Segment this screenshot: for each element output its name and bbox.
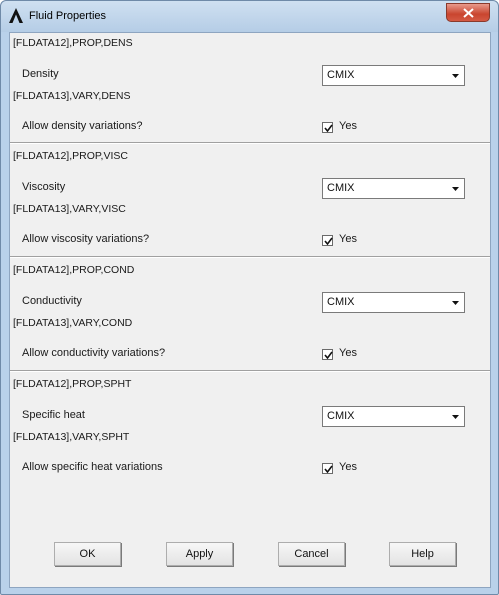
density-section: [FLDATA12],PROP,DENS Density CMIX [FLDAT… (10, 33, 490, 143)
close-icon (463, 8, 474, 18)
checkmark-icon (324, 237, 333, 246)
conductivity-vary-yes-label: Yes (339, 347, 357, 359)
conductivity-select-value: CMIX (327, 296, 355, 308)
close-button[interactable] (446, 3, 490, 22)
fluid-properties-dialog: Fluid Properties [FLDATA12],PROP,DENS De… (0, 0, 499, 595)
conductivity-section: [FLDATA12],PROP,COND Conductivity CMIX [… (10, 260, 490, 370)
conductivity-select[interactable]: CMIX (322, 292, 465, 313)
specific-heat-label: Specific heat (22, 409, 85, 421)
conductivity-label: Conductivity (22, 295, 82, 307)
section-divider (10, 256, 490, 258)
dropdown-arrow-icon[interactable] (448, 180, 463, 197)
viscosity-section: [FLDATA12],PROP,VISC Viscosity CMIX [FLD… (10, 146, 490, 256)
density-vary-command: [FLDATA13],VARY,DENS (13, 90, 131, 102)
density-vary-checkbox[interactable] (322, 122, 333, 133)
viscosity-label: Viscosity (22, 181, 66, 193)
apply-button[interactable]: Apply (166, 542, 233, 566)
title-bar[interactable]: Fluid Properties (1, 1, 498, 32)
conductivity-vary-label: Allow conductivity variations? (22, 347, 166, 359)
conductivity-prop-command: [FLDATA12],PROP,COND (13, 264, 135, 276)
conductivity-vary-checkbox[interactable] (322, 349, 333, 360)
specific-heat-prop-command: [FLDATA12],PROP,SPHT (13, 378, 132, 390)
density-label: Density (22, 68, 59, 80)
dialog-body: [FLDATA12],PROP,DENS Density CMIX [FLDAT… (9, 32, 491, 588)
checkmark-icon (324, 465, 333, 474)
specific-heat-vary-yes-label: Yes (339, 461, 357, 473)
viscosity-prop-command: [FLDATA12],PROP,VISC (13, 150, 128, 162)
window-title: Fluid Properties (29, 10, 107, 22)
viscosity-vary-label: Allow viscosity variations? (22, 233, 150, 245)
viscosity-vary-checkbox[interactable] (322, 235, 333, 246)
specific-heat-select-value: CMIX (327, 410, 355, 422)
density-select[interactable]: CMIX (322, 65, 465, 86)
specific-heat-vary-command: [FLDATA13],VARY,SPHT (13, 431, 130, 443)
specific-heat-select[interactable]: CMIX (322, 406, 465, 427)
specific-heat-section: [FLDATA12],PROP,SPHT Specific heat CMIX … (10, 374, 490, 484)
density-prop-command: [FLDATA12],PROP,DENS (13, 37, 133, 49)
section-divider (10, 370, 490, 372)
viscosity-vary-command: [FLDATA13],VARY,VISC (13, 203, 126, 215)
viscosity-select-value: CMIX (327, 182, 355, 194)
ansys-logo-icon (9, 8, 23, 23)
viscosity-vary-yes-label: Yes (339, 233, 357, 245)
density-select-value: CMIX (327, 69, 355, 81)
specific-heat-vary-checkbox[interactable] (322, 463, 333, 474)
specific-heat-vary-label: Allow specific heat variations (22, 461, 163, 473)
density-vary-yes-label: Yes (339, 120, 357, 132)
dropdown-arrow-icon[interactable] (448, 294, 463, 311)
conductivity-vary-command: [FLDATA13],VARY,COND (13, 317, 133, 329)
dropdown-arrow-icon[interactable] (448, 408, 463, 425)
checkmark-icon (324, 351, 333, 360)
section-divider (10, 142, 490, 144)
ok-button[interactable]: OK (54, 542, 121, 566)
cancel-button[interactable]: Cancel (278, 542, 345, 566)
checkmark-icon (324, 124, 333, 133)
help-button[interactable]: Help (389, 542, 456, 566)
viscosity-select[interactable]: CMIX (322, 178, 465, 199)
density-vary-label: Allow density variations? (22, 120, 143, 132)
dropdown-arrow-icon[interactable] (448, 67, 463, 84)
